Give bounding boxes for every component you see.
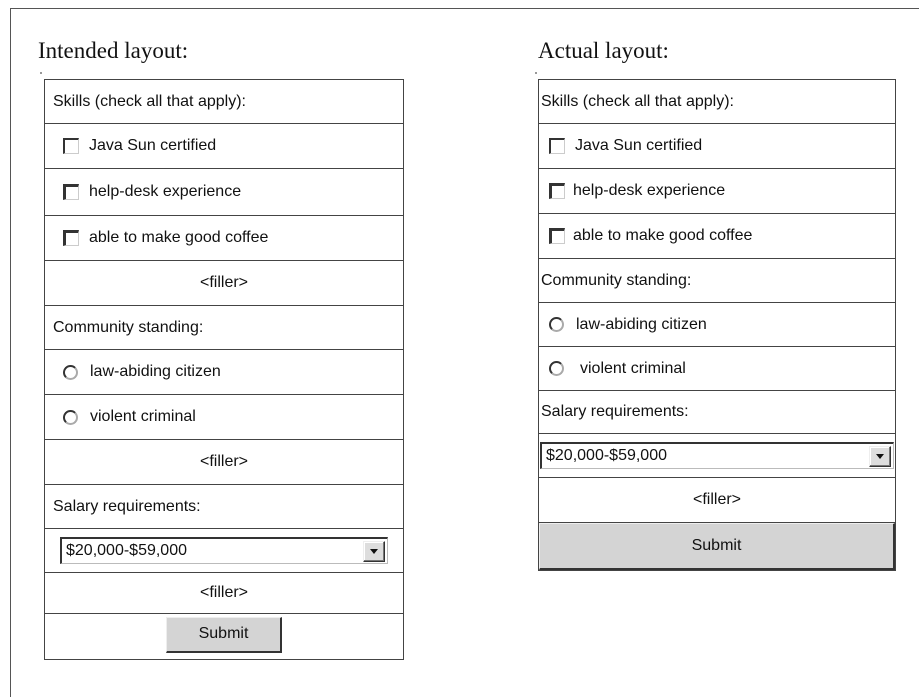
coffee-checkbox[interactable]	[549, 228, 565, 244]
checkbox-row-java[interactable]: Java Sun certified	[45, 124, 403, 169]
radio-row-lawabiding[interactable]: law-abiding citizen	[45, 350, 403, 395]
stray-dot	[535, 72, 537, 74]
intended-heading: Intended layout:	[38, 38, 189, 63]
submit-button[interactable]: Submit	[539, 523, 895, 570]
salary-select[interactable]: $20,000-$59,000	[540, 442, 894, 469]
community-label: Community standing:	[539, 259, 895, 303]
salary-row: $20,000-$59,000	[539, 434, 895, 478]
radio-row-lawabiding[interactable]: law-abiding citizen	[539, 303, 895, 347]
java-checkbox[interactable]	[549, 138, 565, 154]
helpdesk-checkbox[interactable]	[549, 183, 565, 199]
checkbox-row-java[interactable]: Java Sun certified	[539, 124, 895, 169]
actual-form: Skills (check all that apply): Java Sun …	[538, 79, 896, 571]
criminal-radio[interactable]	[63, 409, 78, 425]
coffee-label: able to make good coffee	[89, 229, 269, 246]
filler-cell: <filler>	[539, 478, 895, 523]
radio-row-criminal[interactable]: violent criminal	[45, 395, 403, 440]
java-checkbox[interactable]	[63, 138, 79, 154]
radio-row-criminal[interactable]: violent criminal	[539, 347, 895, 391]
salary-select[interactable]: $20,000-$59,000	[60, 537, 388, 564]
filler-cell: <filler>	[45, 573, 403, 614]
salary-label: Salary requirements:	[539, 391, 895, 434]
skills-label: Skills (check all that apply):	[45, 80, 403, 124]
intended-form: Skills (check all that apply): Java Sun …	[44, 79, 404, 660]
lawabiding-radio[interactable]	[63, 364, 78, 380]
submit-row: Submit	[45, 614, 403, 655]
helpdesk-label: help-desk experience	[573, 182, 726, 199]
skills-label: Skills (check all that apply):	[539, 80, 895, 124]
coffee-label: able to make good coffee	[573, 227, 753, 244]
checkbox-row-helpdesk[interactable]: help-desk experience	[45, 169, 403, 216]
criminal-label: violent criminal	[580, 359, 686, 377]
chevron-down-icon[interactable]	[869, 445, 891, 467]
lawabiding-radio[interactable]	[549, 317, 564, 332]
java-label: Java Sun certified	[89, 137, 217, 154]
filler-cell: <filler>	[45, 261, 403, 306]
checkbox-row-coffee[interactable]: able to make good coffee	[45, 216, 403, 261]
stray-dot	[40, 72, 42, 74]
lawabiding-label: law-abiding citizen	[576, 315, 707, 333]
salary-select-value: $20,000-$59,000	[546, 447, 667, 464]
criminal-label: violent criminal	[90, 408, 196, 425]
filler-cell: <filler>	[45, 440, 403, 485]
java-label: Java Sun certified	[575, 137, 703, 154]
checkbox-row-helpdesk[interactable]: help-desk experience	[539, 169, 895, 214]
lawabiding-label: law-abiding citizen	[90, 363, 221, 380]
chevron-down-icon[interactable]	[363, 540, 385, 562]
submit-button[interactable]: Submit	[166, 616, 282, 653]
salary-row: $20,000-$59,000	[45, 529, 403, 573]
helpdesk-label: help-desk experience	[89, 183, 242, 200]
salary-label: Salary requirements:	[45, 485, 403, 529]
coffee-checkbox[interactable]	[63, 230, 79, 246]
salary-select-value: $20,000-$59,000	[66, 542, 187, 559]
submit-row: Submit	[539, 523, 895, 570]
criminal-radio[interactable]	[549, 361, 564, 376]
community-label: Community standing:	[45, 306, 403, 350]
checkbox-row-coffee[interactable]: able to make good coffee	[539, 214, 895, 259]
helpdesk-checkbox[interactable]	[63, 184, 79, 200]
actual-heading: Actual layout:	[538, 38, 669, 63]
